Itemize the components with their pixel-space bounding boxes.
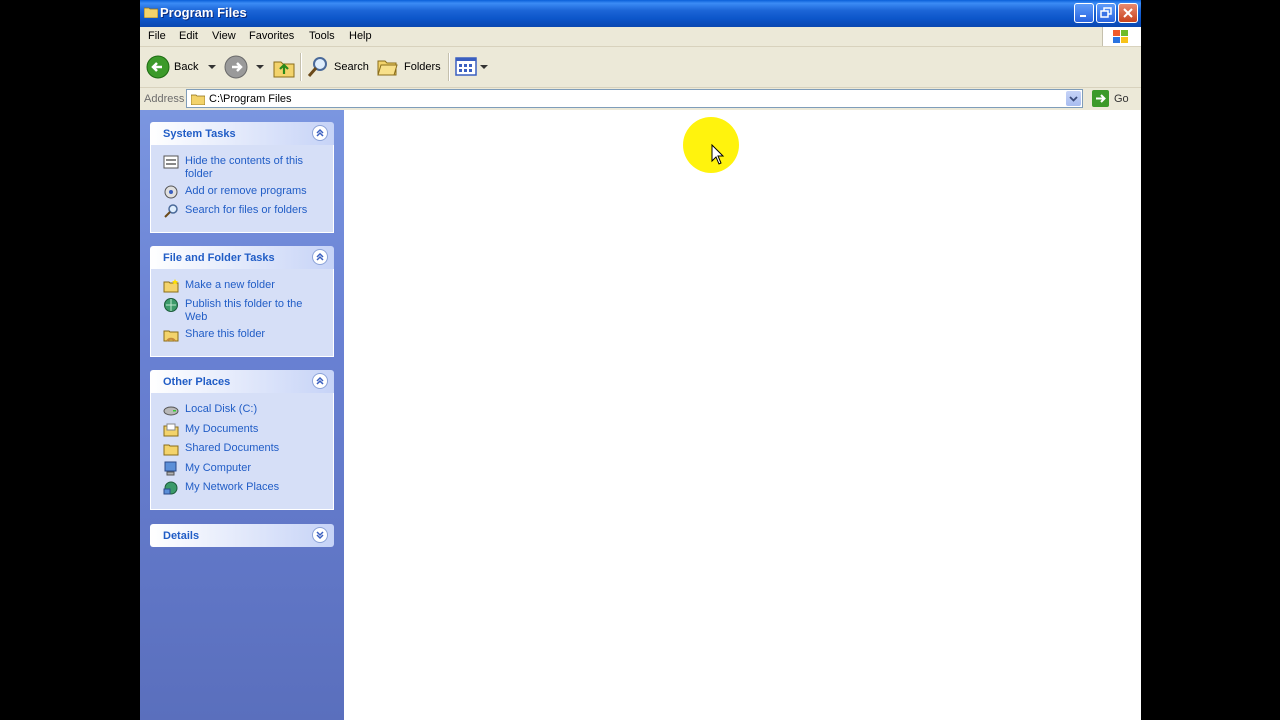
back-button[interactable]: Back — [146, 55, 216, 79]
minimize-button[interactable] — [1074, 3, 1094, 23]
chevron-down-icon — [1069, 96, 1078, 102]
address-value: C:\Program Files — [209, 93, 292, 105]
folder-icon — [191, 94, 205, 105]
menu-favorites[interactable]: Favorites — [249, 30, 294, 42]
my-documents-icon — [163, 423, 179, 437]
search-icon — [164, 204, 178, 218]
double-chevron-down-icon — [316, 531, 324, 540]
address-bar: Address C:\Program Files Go — [140, 88, 1141, 110]
toolbar: Back Search Folders — [140, 47, 1141, 88]
hide-contents-icon — [163, 155, 179, 169]
collapse-button[interactable] — [312, 373, 328, 389]
publish-web-icon — [164, 298, 178, 312]
menu-bar: File Edit View Favorites Tools Help — [140, 27, 1141, 47]
file-folder-tasks-panel: File and Folder Tasks Make a new folder … — [150, 246, 334, 357]
panel-title: Other Places — [163, 376, 231, 388]
search-label: Search — [334, 61, 369, 73]
minimize-icon — [1080, 15, 1086, 17]
windows-flag-icon — [1113, 30, 1128, 43]
collapse-button[interactable] — [312, 249, 328, 265]
folders-label: Folders — [404, 61, 441, 73]
menu-tools[interactable]: Tools — [309, 30, 335, 42]
window-title: Program Files — [160, 5, 247, 20]
add-remove-programs-icon — [164, 185, 178, 199]
panel-title: System Tasks — [163, 128, 236, 140]
views-icon — [455, 57, 477, 76]
file-folder-tasks-body: Make a new folder Publish this folder to… — [150, 269, 334, 357]
task-label: Make a new folder — [185, 279, 275, 291]
system-tasks-panel: System Tasks Hide the contents of this f… — [150, 122, 334, 233]
expand-button[interactable] — [312, 527, 328, 543]
windows-logo-box — [1102, 27, 1141, 46]
close-icon — [1123, 8, 1133, 18]
collapse-button[interactable] — [312, 125, 328, 141]
share-folder-icon — [163, 330, 179, 342]
title-bar[interactable]: Program Files — [140, 0, 1141, 27]
my-computer-icon — [164, 461, 177, 476]
panel-title: Details — [163, 530, 200, 542]
place-label: My Network Places — [185, 481, 280, 493]
go-arrow-icon — [1092, 90, 1109, 107]
double-chevron-up-icon — [316, 252, 324, 261]
folder-icon — [144, 7, 158, 18]
local-disk-icon — [163, 406, 179, 416]
my-network-places-icon — [163, 481, 178, 495]
menu-file[interactable]: File — [148, 30, 166, 42]
back-arrow-icon — [146, 55, 170, 79]
back-label: Back — [174, 61, 199, 73]
file-folder-tasks-header[interactable]: File and Folder Tasks — [150, 246, 334, 269]
go-button[interactable]: Go — [1090, 89, 1140, 109]
chevron-down-icon — [480, 65, 488, 69]
chevron-down-icon — [208, 65, 216, 69]
panel-title: File and Folder Tasks — [163, 252, 275, 264]
folders-button[interactable]: Folders — [376, 55, 441, 79]
place-label: Shared Documents — [185, 442, 280, 454]
double-chevron-up-icon — [316, 376, 324, 385]
place-label: My Documents — [185, 423, 259, 435]
views-button[interactable] — [454, 55, 488, 79]
task-label: Share this folder — [185, 328, 266, 340]
file-list-area[interactable] — [344, 110, 1141, 720]
task-pane: System Tasks Hide the contents of this f… — [140, 110, 344, 720]
system-tasks-body: Hide the contents of this folder Add or … — [150, 145, 334, 233]
shared-documents-icon — [163, 444, 179, 456]
menu-edit[interactable]: Edit — [179, 30, 198, 42]
details-header[interactable]: Details — [150, 524, 334, 547]
task-label: Add or remove programs — [185, 185, 307, 197]
close-button[interactable] — [1118, 3, 1138, 23]
menu-view[interactable]: View — [212, 30, 236, 42]
restore-icon — [1100, 7, 1112, 18]
forward-arrow-icon — [224, 55, 248, 79]
up-folder-icon — [273, 61, 295, 78]
double-chevron-up-icon — [316, 128, 324, 137]
chevron-down-icon — [256, 65, 264, 69]
other-places-panel: Other Places Local Disk (C:) My Document… — [150, 370, 334, 510]
place-label: My Computer — [185, 462, 252, 474]
other-places-header[interactable]: Other Places — [150, 370, 334, 393]
maximize-button[interactable] — [1096, 3, 1116, 23]
menu-help[interactable]: Help — [349, 30, 372, 42]
details-panel: Details — [150, 524, 334, 547]
up-folder-button[interactable] — [272, 55, 296, 79]
task-label: Publish this folder to the Web — [185, 298, 303, 323]
place-label: Local Disk (C:) — [185, 403, 258, 415]
search-icon — [307, 57, 327, 77]
new-folder-icon — [163, 279, 179, 293]
task-label: Search for files or folders — [185, 204, 308, 216]
address-field[interactable]: C:\Program Files — [186, 89, 1083, 108]
search-button[interactable]: Search — [306, 55, 370, 79]
folders-icon — [377, 60, 398, 76]
forward-button[interactable] — [224, 55, 264, 79]
address-dropdown-button[interactable] — [1066, 91, 1081, 106]
explorer-window: Program Files File Edit View Favorites T… — [140, 0, 1141, 720]
address-label: Address — [144, 93, 185, 105]
other-places-body: Local Disk (C:) My Documents Shared Docu… — [150, 393, 334, 510]
go-label: Go — [1114, 93, 1129, 105]
system-tasks-header[interactable]: System Tasks — [150, 122, 334, 145]
task-label: Hide the contents of this folder — [185, 155, 304, 180]
mouse-pointer-icon — [711, 144, 725, 165]
